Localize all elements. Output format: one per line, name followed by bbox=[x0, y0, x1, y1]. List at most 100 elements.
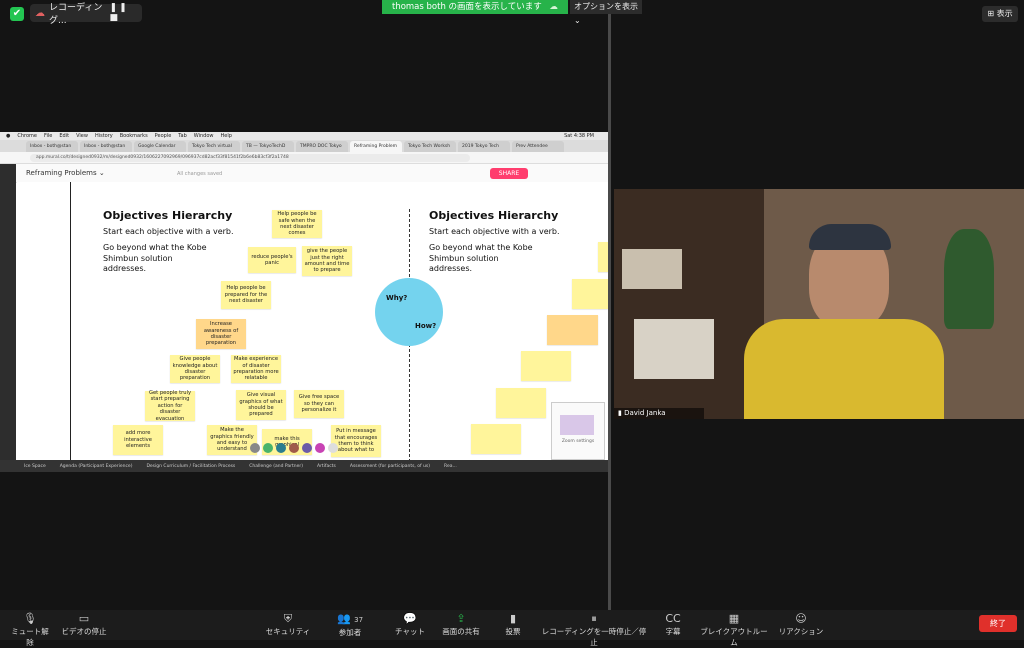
avatar bbox=[276, 443, 286, 453]
browser-tab: TB — TokyoTechD bbox=[242, 141, 294, 152]
sticky-note-blank bbox=[471, 424, 521, 454]
participants-label: 参加者 bbox=[338, 628, 362, 637]
security-shield-icon[interactable]: ✔ bbox=[10, 7, 24, 21]
menu-item: Help bbox=[220, 133, 232, 139]
browser-tab: TMPRO DOC Tokyo bbox=[296, 141, 348, 152]
menu-item: Chrome bbox=[17, 133, 37, 139]
pause-stop-icons[interactable]: ❚❚ ■ bbox=[110, 3, 137, 23]
minimap-preview bbox=[560, 415, 594, 435]
sticky-note: Make experience of disaster preparation … bbox=[231, 355, 281, 383]
view-button[interactable]: ⊞ 表示 bbox=[982, 6, 1018, 22]
audio-level-icon: ▮ bbox=[618, 409, 622, 417]
recording-label: レコーディング... bbox=[49, 3, 103, 26]
participant-video[interactable] bbox=[614, 189, 1024, 419]
browser-tab: Prev Attendee bbox=[512, 141, 564, 152]
reactions-button[interactable]: ☺ リアクション bbox=[778, 612, 824, 637]
reactions-label: リアクション bbox=[778, 627, 824, 636]
browser-tab: Tokyo Tech Worksh bbox=[404, 141, 456, 152]
reaction-smiley-icon: ☺ bbox=[795, 612, 807, 625]
left-hierarchy-title: Objectives Hierarchy bbox=[103, 209, 233, 222]
video-shirt bbox=[744, 319, 944, 419]
poll-icon: ▮ bbox=[509, 612, 517, 625]
breakout-rooms-label: ブレイクアウトルーム bbox=[700, 627, 768, 647]
captions-label: 字幕 bbox=[665, 627, 681, 636]
sticky-note: add more interactive elements bbox=[113, 425, 163, 455]
breakout-rooms-icon: ▦ bbox=[728, 612, 740, 625]
security-label: セキュリティ bbox=[265, 627, 311, 636]
share-banner-text: thomas both の画面を表示しています bbox=[391, 2, 542, 12]
participants-count: 37 bbox=[354, 616, 364, 624]
left-hierarchy-line1: Start each objective with a verb. bbox=[103, 227, 234, 236]
unmute-button[interactable]: 🎙 ミュート解除 bbox=[8, 612, 52, 648]
avatar bbox=[250, 443, 260, 453]
menu-item: Bookmarks bbox=[119, 133, 148, 139]
end-meeting-button[interactable]: 終了 bbox=[979, 615, 1017, 632]
polling-button[interactable]: ▮ 投票 bbox=[502, 612, 524, 637]
apple-icon: ● bbox=[6, 133, 11, 139]
canvas-minimap: Zoom settings bbox=[551, 402, 605, 460]
share-screen-button[interactable]: ⇪ 画面の共有 bbox=[442, 612, 480, 637]
mural-title: Reframing Problems ⌄ All changes saved bbox=[26, 169, 222, 177]
mural-area-tabs: Ice Space Agenda (Participant Experience… bbox=[0, 460, 608, 472]
menu-item: History bbox=[94, 133, 113, 139]
participants-button[interactable]: 👥 37 参加者 bbox=[334, 612, 366, 638]
area-tab: Agenda (Participant Experience) bbox=[59, 463, 133, 469]
sticky-note: give the people just the right amount an… bbox=[302, 246, 352, 276]
polling-label: 投票 bbox=[505, 627, 521, 636]
sticky-note-blank bbox=[521, 351, 571, 381]
chat-label: チャット bbox=[395, 627, 425, 636]
security-button[interactable]: ⛨ セキュリティ bbox=[264, 612, 312, 637]
right-hierarchy-line2: Go beyond what the Kobe Shimbun solution… bbox=[429, 243, 533, 273]
closed-caption-icon: CC bbox=[665, 612, 681, 625]
why-how-circle bbox=[375, 278, 443, 346]
chevron-down-icon: ⌄ bbox=[98, 169, 105, 177]
menu-item: File bbox=[44, 133, 53, 139]
video-camera-icon: ▭ bbox=[78, 612, 90, 625]
menu-item: Tab bbox=[178, 133, 187, 139]
view-options-button[interactable]: オプションを表示 ⌄ bbox=[570, 0, 642, 25]
browser-tab: 2019 Tokyo Tech bbox=[458, 141, 510, 152]
split-divider[interactable] bbox=[608, 14, 611, 610]
video-cap bbox=[809, 224, 891, 250]
pause-recording-button[interactable]: ⏸ レコーディングを一時停止／停止 bbox=[540, 612, 648, 648]
browser-tab: Tokyo Tech virtual bbox=[188, 141, 240, 152]
recording-indicator[interactable]: ☁ レコーディング... ❚❚ ■ bbox=[30, 3, 142, 26]
menu-item: Window bbox=[193, 133, 214, 139]
screen-share-banner: thomas both の画面を表示しています ☁ bbox=[382, 0, 568, 14]
area-tab: Rea... bbox=[444, 463, 457, 469]
stop-video-button[interactable]: ▭ ビデオの停止 bbox=[60, 612, 108, 637]
avatar bbox=[315, 443, 325, 453]
avatar bbox=[289, 443, 299, 453]
breakout-rooms-button[interactable]: ▦ ブレイクアウトルーム bbox=[698, 612, 770, 648]
browser-tab-active: Reframing Problem bbox=[350, 141, 402, 152]
how-label: How? bbox=[415, 322, 437, 330]
video-books bbox=[634, 319, 714, 379]
sticky-note: Give people knowledge about disaster pre… bbox=[170, 355, 220, 383]
mac-menu-bar: ● Chrome File Edit View History Bookmark… bbox=[0, 132, 608, 140]
area-tab: Challenge (and Partner) bbox=[249, 463, 303, 469]
video-books bbox=[622, 249, 682, 289]
chat-button[interactable]: 💬 チャット bbox=[392, 612, 428, 637]
mural-title-text: Reframing Problems bbox=[26, 169, 97, 177]
sticky-note: Help people be safe when the next disast… bbox=[272, 210, 322, 238]
microphone-muted-icon: 🎙 bbox=[23, 612, 37, 625]
left-hierarchy-line2: Go beyond what the Kobe Shimbun solution… bbox=[103, 243, 207, 273]
saved-status: All changes saved bbox=[176, 171, 223, 177]
video-plant bbox=[944, 229, 994, 329]
area-tab: Design Curriculum / Facilitation Process bbox=[146, 463, 236, 469]
sticky-note-blank bbox=[547, 315, 598, 345]
mac-clock: Sat 4:38 PM bbox=[564, 133, 594, 139]
view-options-label: オプションを表示 bbox=[574, 2, 638, 11]
grid-view-icon: ⊞ bbox=[987, 9, 995, 18]
stop-video-label: ビデオの停止 bbox=[61, 627, 107, 636]
right-hierarchy-line1: Start each objective with a verb. bbox=[429, 227, 560, 236]
video-bookshelf bbox=[614, 189, 764, 419]
zoom-settings-label: Zoom settings bbox=[561, 439, 595, 444]
captions-button[interactable]: CC 字幕 bbox=[662, 612, 684, 637]
pause-recording-label: レコーディングを一時停止／停止 bbox=[541, 627, 647, 647]
sticky-note: Give free space so they can personalize … bbox=[294, 390, 344, 418]
browser-tab: Inbox - both@stan bbox=[26, 141, 78, 152]
sticky-note: Give visual graphics of what should be p… bbox=[236, 390, 286, 420]
participants-glyph: 👥 bbox=[336, 612, 351, 625]
share-screen-label: 画面の共有 bbox=[442, 627, 480, 636]
